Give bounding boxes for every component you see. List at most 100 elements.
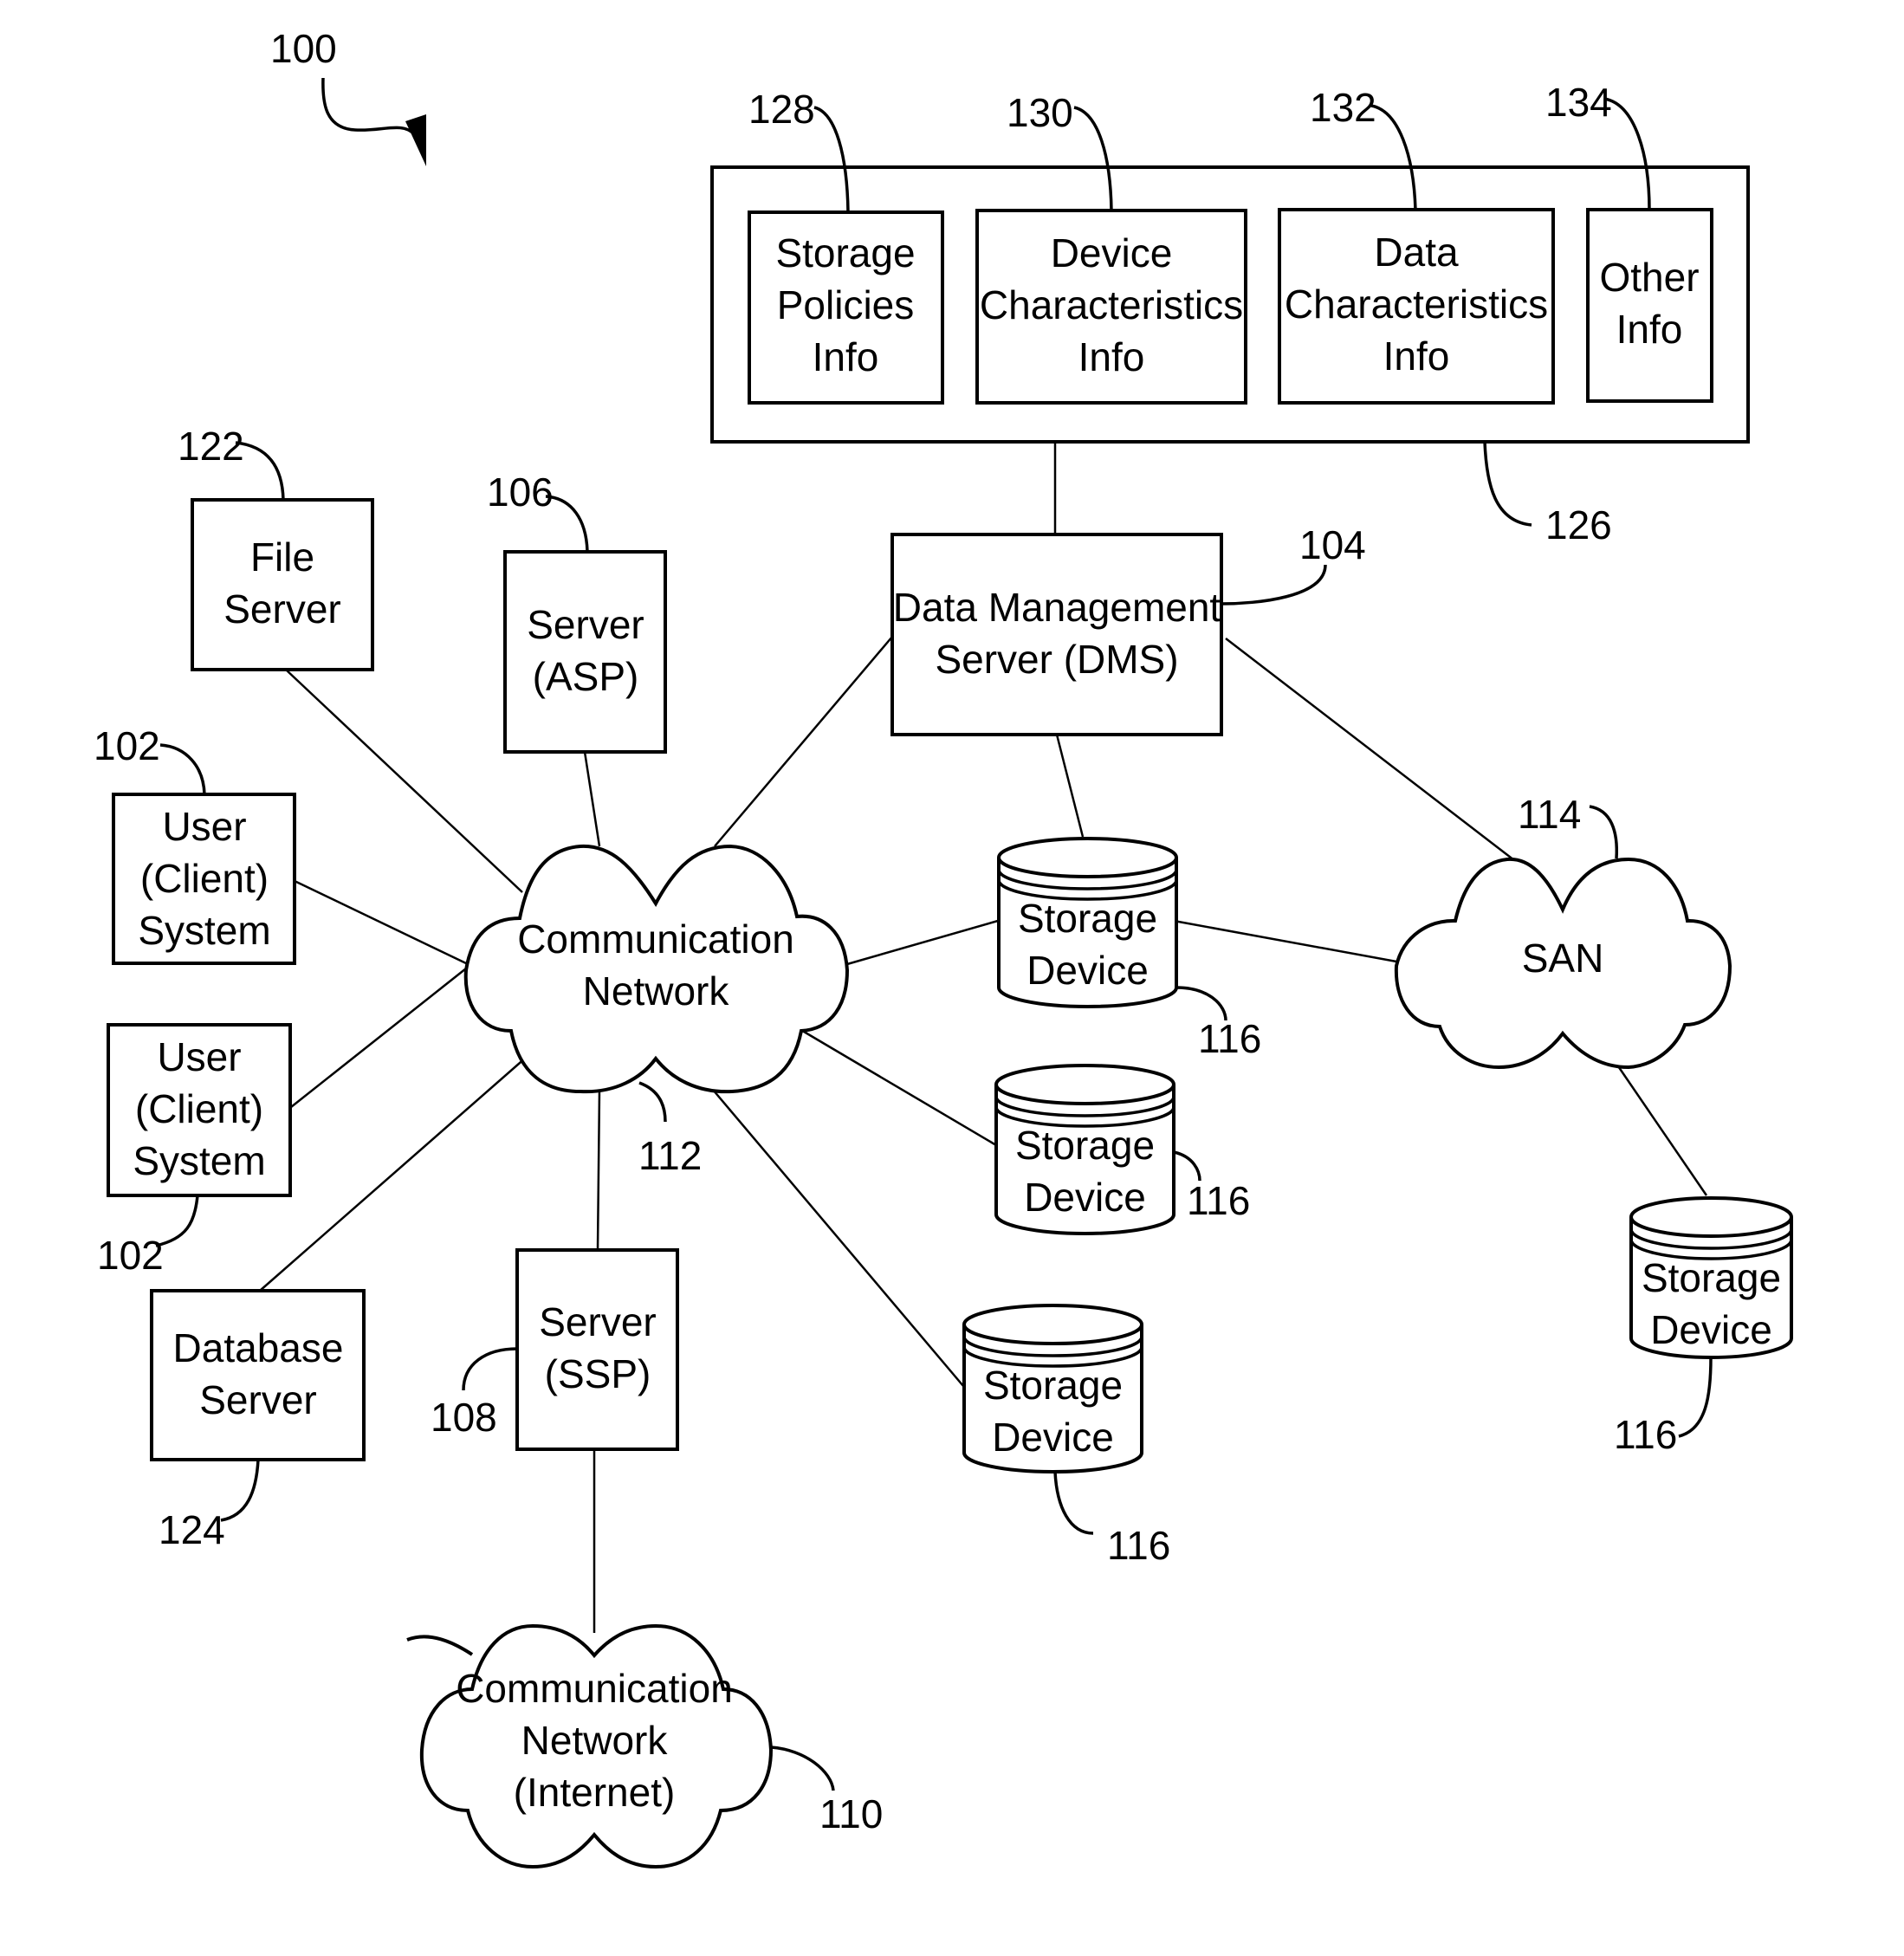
user-client-2-ref: 102: [97, 1233, 164, 1278]
internet-line-2: Network: [521, 1718, 669, 1763]
other-info-line-1: Other: [1599, 255, 1699, 300]
server-ssp-box: [515, 1248, 679, 1451]
storage-device-line-2: Device: [1026, 948, 1149, 993]
link-ssp-network: [596, 1089, 601, 1251]
dms-box: [890, 533, 1223, 736]
other-info-ref: 134: [1545, 80, 1612, 125]
storage-device-leader: [1053, 1471, 1094, 1535]
database-server[interactable]: Database Server 124: [150, 1289, 366, 1552]
dms-leader: [1221, 564, 1327, 606]
internet-leader: [770, 1746, 835, 1791]
user-client-1-line-3: System: [138, 908, 270, 953]
san[interactable]: SAN 114: [1394, 792, 1732, 1070]
storage-device-1[interactable]: Storage Device 116: [997, 837, 1261, 1061]
storage-device-leader: [1678, 1357, 1713, 1438]
arrowhead-icon: [405, 114, 426, 166]
storage-policies-line-1: Storage: [775, 230, 915, 275]
storage-policies-ref: 128: [748, 87, 815, 132]
server-ssp-leader: [462, 1347, 518, 1391]
storage-device-line-2: Device: [1024, 1175, 1146, 1220]
server-asp-ref: 106: [487, 470, 554, 515]
dms-ref: 104: [1299, 522, 1366, 567]
info-store[interactable]: 126 Storage Policies Info 128 Device Cha…: [710, 80, 1750, 547]
device-characteristics-line-3: Info: [1078, 334, 1145, 379]
user-client-1-ref: 102: [94, 723, 160, 768]
user-client-1-leader: [159, 743, 206, 795]
storage-device-line-2: Device: [992, 1415, 1114, 1460]
data-characteristics-line-3: Info: [1383, 334, 1450, 379]
communication-network-ref: 112: [638, 1133, 702, 1178]
data-management-server[interactable]: Data Management Server (DMS) 104: [890, 522, 1366, 736]
dms-line-2: Server (DMS): [935, 637, 1178, 682]
storage-cylinder-top: [994, 1064, 1175, 1105]
storage-cylinder-top: [962, 1304, 1143, 1345]
link-network-storage2: [799, 1027, 997, 1147]
link-network-storage3: [712, 1089, 964, 1387]
server-asp-line-1: Server: [527, 602, 644, 647]
storage-policies-line-3: Info: [813, 334, 879, 379]
file-server-line-1: File: [250, 534, 314, 580]
storage-device-ref: 116: [1187, 1178, 1250, 1223]
data-characteristics-info[interactable]: Data Characteristics Info 132: [1278, 85, 1555, 405]
communication-network-line-1: Communication: [517, 916, 794, 962]
storage-device-line-1: Storage: [1018, 896, 1157, 941]
storage-device-2[interactable]: Storage Device 116: [994, 1064, 1250, 1235]
storage-policies-info[interactable]: Storage Policies Info 128: [748, 87, 944, 405]
storage-device-leader: [1173, 1150, 1201, 1182]
user-client-1-line-2: (Client): [140, 856, 269, 901]
link-network-storage1: [846, 919, 999, 966]
server-ssp-line-2: (SSP): [545, 1351, 651, 1396]
storage-device-ref: 116: [1614, 1412, 1677, 1457]
link-database-network: [259, 1050, 534, 1292]
device-characteristics-line-1: Device: [1051, 230, 1173, 275]
server-asp[interactable]: Server (ASP) 106: [487, 470, 667, 754]
server-ssp[interactable]: Server (SSP) 108: [431, 1248, 679, 1451]
communication-network[interactable]: Communication Network 112: [463, 844, 850, 1178]
storage-device-line-1: Storage: [1015, 1123, 1155, 1168]
internet-network[interactable]: [406, 1635, 474, 1656]
link-storage1-san: [1173, 919, 1397, 963]
storage-policies-line-2: Policies: [777, 282, 915, 327]
san-label: SAN: [1522, 936, 1604, 981]
link-san-storage4: [1611, 1058, 1708, 1196]
internet-cloud-icon: [406, 1635, 474, 1656]
internet-line-3: (Internet): [514, 1770, 676, 1815]
user-client-system-2[interactable]: User (Client) System 102: [97, 1023, 292, 1278]
file-server[interactable]: File Server 122: [178, 424, 374, 671]
storage-device-4[interactable]: Storage Device 116: [1614, 1196, 1793, 1457]
file-server-line-2: Server: [223, 586, 340, 631]
internet-network-node[interactable]: Communication Network (Internet) 110: [419, 1623, 883, 1869]
link-dms-san: [1225, 638, 1515, 861]
system-diagram: 100 126 Storage Policies Info 128 Device…: [94, 26, 1793, 1869]
server-ssp-ref: 108: [431, 1395, 497, 1440]
device-characteristics-info[interactable]: Device Characteristics Info 130: [975, 90, 1247, 405]
database-server-leader: [220, 1459, 260, 1522]
link-client2-network: [290, 968, 467, 1108]
user-client-2-line-3: System: [133, 1138, 265, 1183]
server-ssp-line-1: Server: [539, 1299, 656, 1344]
info-store-leader: [1483, 441, 1532, 527]
file-server-ref: 122: [178, 424, 244, 469]
storage-device-3[interactable]: Storage Device 116: [962, 1304, 1170, 1568]
other-info-line-2: Info: [1616, 307, 1683, 352]
data-characteristics-ref: 132: [1310, 85, 1376, 130]
link-fileserver-network: [285, 669, 523, 893]
database-server-line-2: Server: [199, 1377, 316, 1422]
server-asp-box: [503, 550, 667, 754]
storage-device-line-1: Storage: [1642, 1255, 1781, 1300]
dms-line-1: Data Management: [893, 585, 1221, 630]
storage-device-ref: 116: [1107, 1523, 1170, 1568]
user-client-2-line-2: (Client): [135, 1086, 263, 1131]
user-client-system-1[interactable]: User (Client) System 102: [94, 723, 296, 965]
link-dms-network: [714, 636, 893, 847]
file-server-box: [191, 498, 374, 671]
figure-arrow-icon: [321, 77, 416, 136]
communication-network-line-2: Network: [583, 968, 730, 1014]
device-characteristics-line-2: Characteristics: [980, 282, 1243, 327]
figure-reference: 100: [270, 26, 426, 166]
figure-ref-label: 100: [270, 26, 337, 71]
san-ref: 114: [1518, 792, 1581, 837]
info-store-ref: 126: [1545, 502, 1612, 547]
device-characteristics-ref: 130: [1007, 90, 1073, 135]
storage-device-line-2: Device: [1650, 1307, 1772, 1352]
